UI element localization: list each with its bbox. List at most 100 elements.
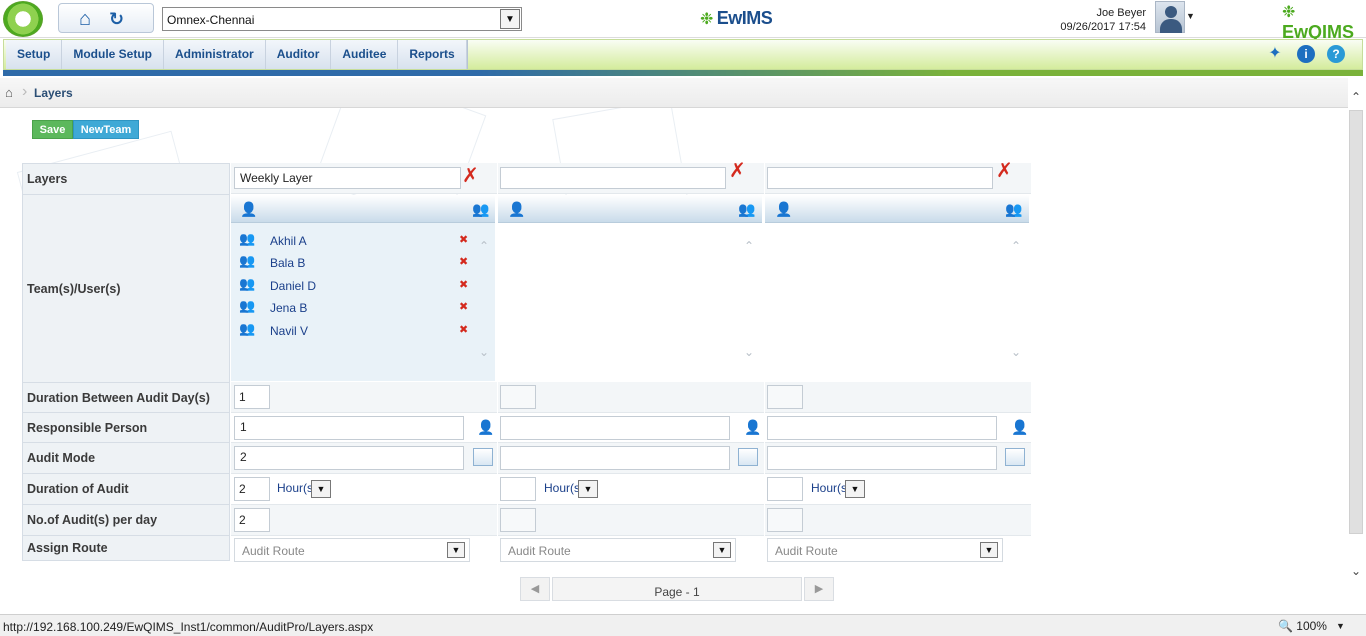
- avatar[interactable]: [1155, 1, 1185, 33]
- team-group-icon[interactable]: 👥: [1005, 201, 1022, 217]
- site-select[interactable]: Omnex-Chennai ▼: [162, 7, 522, 31]
- chevron-down-icon[interactable]: ⌄: [744, 345, 754, 359]
- add-user-icon[interactable]: 👤: [477, 419, 494, 435]
- chevron-up-icon[interactable]: ⌃: [1351, 90, 1361, 104]
- delete-layer-icon[interactable]: ✗: [729, 161, 747, 181]
- layer-name-input[interactable]: Weekly Layer: [234, 167, 461, 189]
- duration-unit-select[interactable]: Hour(s) ▼: [805, 479, 865, 499]
- audits-per-day-cell: 2: [231, 505, 497, 536]
- add-user-icon[interactable]: 👤: [744, 419, 761, 435]
- duration-between-input[interactable]: [767, 385, 803, 409]
- delete-layer-icon[interactable]: ✗: [462, 166, 480, 186]
- assign-route-cell: Audit Route ▼: [765, 536, 1031, 564]
- chevron-down-icon[interactable]: ⌄: [1351, 564, 1361, 578]
- chevron-up-icon[interactable]: ⌃: [1011, 239, 1021, 253]
- chevron-down-icon[interactable]: ▼: [713, 542, 731, 558]
- duration-audit-input[interactable]: 2: [234, 477, 270, 501]
- add-user-icon[interactable]: 👤: [240, 201, 257, 217]
- home-icon[interactable]: ⌂: [79, 8, 101, 30]
- app-logo[interactable]: [3, 1, 43, 37]
- chevron-down-icon[interactable]: ⌄: [479, 345, 489, 359]
- chevron-down-icon[interactable]: ▼: [311, 480, 331, 498]
- menu-item-auditee[interactable]: Auditee: [331, 40, 399, 69]
- audit-mode-input[interactable]: [500, 446, 730, 470]
- refresh-icon[interactable]: ↻: [109, 8, 131, 30]
- team-group-icon[interactable]: 👥: [472, 201, 489, 217]
- list-item: 👥 Bala B ✖: [239, 253, 474, 273]
- audits-per-day-input[interactable]: [500, 508, 536, 532]
- remove-user-icon[interactable]: ✖: [459, 255, 468, 268]
- page-scrollbar[interactable]: ⌃ ⌄: [1348, 78, 1366, 612]
- user-icon: 👥: [239, 231, 256, 246]
- duration-between-input[interactable]: 1: [234, 385, 270, 409]
- duration-between-input[interactable]: [500, 385, 536, 409]
- pin-icon[interactable]: ✦: [1266, 45, 1284, 63]
- edit-icon[interactable]: [1005, 448, 1025, 466]
- audits-per-day-input[interactable]: [767, 508, 803, 532]
- remove-user-icon[interactable]: ✖: [459, 278, 468, 291]
- edit-icon[interactable]: [473, 448, 493, 466]
- zoom-value: 100%: [1296, 619, 1327, 633]
- label-teams-users: Team(s)/User(s): [23, 195, 229, 383]
- remove-user-icon[interactable]: ✖: [459, 300, 468, 313]
- audit-mode-input[interactable]: 2: [234, 446, 464, 470]
- scrollbar-thumb[interactable]: [1349, 110, 1363, 534]
- chevron-down-icon[interactable]: ▼: [578, 480, 598, 498]
- next-page-button[interactable]: ▶: [804, 577, 834, 601]
- remove-user-icon[interactable]: ✖: [459, 323, 468, 336]
- add-user-icon[interactable]: 👤: [508, 201, 525, 217]
- responsible-person-input[interactable]: 1: [234, 416, 464, 440]
- audits-per-day-input[interactable]: 2: [234, 508, 270, 532]
- layer-name-cell: ✗: [498, 161, 764, 194]
- chevron-down-icon[interactable]: ▼: [500, 9, 520, 29]
- chevron-down-icon[interactable]: ▼: [845, 480, 865, 498]
- delete-layer-icon[interactable]: ✗: [996, 161, 1014, 181]
- header-nav-buttons: ⌂ ↻: [58, 3, 154, 33]
- duration-unit-select[interactable]: Hour(s) ▼: [271, 479, 331, 499]
- label-layers: Layers: [23, 164, 229, 195]
- zoom-level[interactable]: 🔍 100%: [1278, 619, 1327, 633]
- responsible-person-input[interactable]: [500, 416, 730, 440]
- zoom-dropdown-icon[interactable]: ▼: [1336, 621, 1345, 631]
- audit-mode-cell: [765, 443, 1031, 474]
- menu-item-auditor[interactable]: Auditor: [266, 40, 332, 69]
- save-button[interactable]: Save: [32, 120, 73, 139]
- menu-item-administrator[interactable]: Administrator: [164, 40, 266, 69]
- assign-route-cell: Audit Route ▼: [498, 536, 764, 564]
- audit-route-select[interactable]: Audit Route ▼: [234, 538, 470, 562]
- add-user-icon[interactable]: 👤: [775, 201, 792, 217]
- new-team-button[interactable]: NewTeam: [73, 120, 139, 139]
- prev-page-button[interactable]: ◀: [520, 577, 550, 601]
- user-icon: 👥: [239, 276, 256, 291]
- help-icon[interactable]: ?: [1327, 45, 1345, 63]
- chevron-down-icon[interactable]: ⌄: [1011, 345, 1021, 359]
- edit-icon[interactable]: [738, 448, 758, 466]
- browser-status-bar: http://192.168.100.249/EwQIMS_Inst1/comm…: [0, 614, 1366, 636]
- layer-name-input[interactable]: [500, 167, 726, 189]
- responsible-person-input[interactable]: [767, 416, 997, 440]
- chevron-down-icon[interactable]: ▼: [980, 542, 998, 558]
- layer-name-input[interactable]: [767, 167, 993, 189]
- menu-item-reports[interactable]: Reports: [398, 40, 467, 69]
- audit-route-select[interactable]: Audit Route ▼: [767, 538, 1003, 562]
- user-icon: 👥: [239, 321, 256, 336]
- audit-route-select[interactable]: Audit Route ▼: [500, 538, 736, 562]
- duration-audit-cell: 2 Hour(s) ▼: [231, 474, 497, 505]
- chevron-down-icon[interactable]: ▼: [447, 542, 465, 558]
- chevron-up-icon[interactable]: ⌃: [744, 239, 754, 253]
- duration-audit-input[interactable]: [500, 477, 536, 501]
- remove-user-icon[interactable]: ✖: [459, 233, 468, 246]
- info-icon[interactable]: i: [1297, 45, 1315, 63]
- add-user-icon[interactable]: 👤: [1011, 419, 1028, 435]
- chevron-up-icon[interactable]: ⌃: [479, 239, 489, 253]
- team-group-icon[interactable]: 👥: [738, 201, 755, 217]
- user-name-item: Akhil A: [270, 234, 307, 248]
- menu-item-setup[interactable]: Setup: [6, 40, 63, 69]
- status-url: http://192.168.100.249/EwQIMS_Inst1/comm…: [3, 620, 374, 634]
- duration-audit-input[interactable]: [767, 477, 803, 501]
- duration-unit-select[interactable]: Hour(s) ▼: [538, 479, 598, 499]
- home-icon[interactable]: ⌂: [5, 85, 13, 100]
- user-menu-caret-icon[interactable]: ▼: [1186, 11, 1195, 21]
- menu-item-module-setup[interactable]: Module Setup: [62, 40, 165, 69]
- audit-mode-input[interactable]: [767, 446, 997, 470]
